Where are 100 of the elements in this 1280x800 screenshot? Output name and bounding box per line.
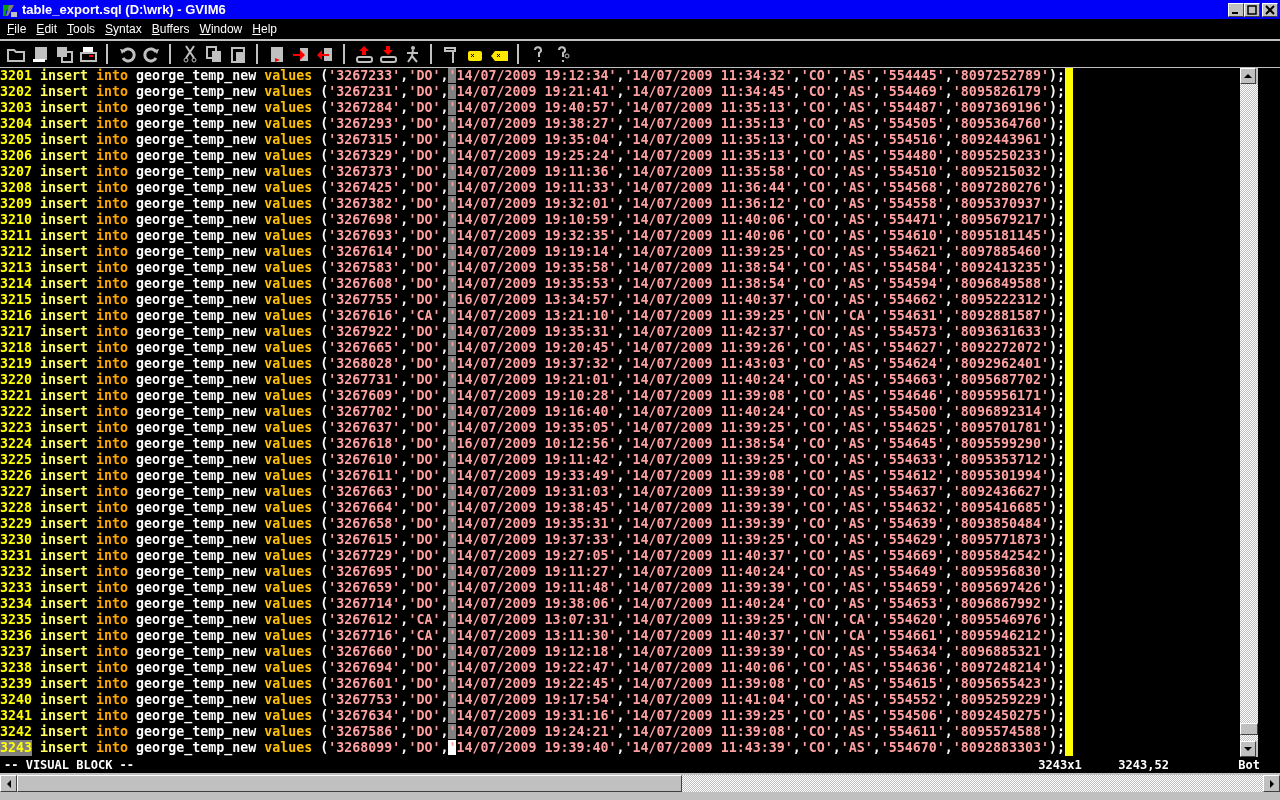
code-line: insert into george_temp_new values ('3268028','DO','14/07/2009 19:37:32','14/07/2009 11:43:03','CO','AS','554624','8092962401');	[40, 356, 1065, 372]
code-line: insert into george_temp_new values ('3267614','DO','14/07/2009 19:19:14','14/07/2009 11:39:25','CO','AS','554621','8097885460');	[40, 244, 1065, 260]
code-line: insert into george_temp_new values ('3267601','DO','14/07/2009 19:22:45','14/07/2009 11:39:08','CO','AS','554615','8095655423');	[40, 676, 1065, 692]
line-number: 3219	[0, 356, 32, 372]
code-line: insert into george_temp_new values ('3267714','DO','14/07/2009 19:38:06','14/07/2009 11:40:24','CO','AS','554653','8096867992');	[40, 596, 1065, 612]
code-line: insert into george_temp_new values ('3267233','DO','14/07/2009 19:12:34','14/07/2009 11:34:32','CO','AS','554445','8097252789');	[40, 68, 1065, 84]
code-line: insert into george_temp_new values ('3267634','DO','14/07/2009 19:31:16','14/07/2009 11:39:25','CO','AS','554506','8092450275');	[40, 708, 1065, 724]
code-line: insert into george_temp_new values ('3267698','DO','14/07/2009 19:10:59','14/07/2009 11:40:06','CO','AS','554471','8095679217');	[40, 212, 1065, 228]
line-number: 3202	[0, 84, 32, 100]
line-number: 3214	[0, 276, 32, 292]
line-number: 3213	[0, 260, 32, 276]
code-line: insert into george_temp_new values ('3267609','DO','14/07/2009 19:10:28','14/07/2009 11:39:08','CO','AS','554646','8095956171');	[40, 388, 1065, 404]
menu-item[interactable]: Syntax	[100, 22, 147, 36]
down-arrow-icon[interactable]	[1244, 745, 1252, 753]
vertical-scrollbar[interactable]	[1240, 68, 1258, 757]
line-number: 3203	[0, 100, 32, 116]
code-line: insert into george_temp_new values ('3267637','DO','14/07/2009 19:35:05','14/07/2009 11:39:25','CO','AS','554625','8095701781');	[40, 420, 1065, 436]
menu-item[interactable]: Buffers	[146, 22, 195, 36]
line-number: 3211	[0, 228, 32, 244]
up-arrow-icon[interactable]	[1244, 72, 1252, 80]
code-line: insert into george_temp_new values ('3267731','DO','14/07/2009 19:21:01','14/07/2009 11:40:24','CO','AS','554663','8095687702');	[40, 372, 1065, 388]
line-number: 3225	[0, 452, 32, 468]
scroll-position: Bot	[1238, 758, 1260, 772]
line-number: 3212	[0, 244, 32, 260]
menu-item[interactable]: Edit	[31, 22, 63, 36]
maximize-button[interactable]	[1244, 2, 1260, 17]
line-number: 3239	[0, 676, 32, 692]
scroll-thumb[interactable]	[1240, 723, 1258, 735]
line-number: 3223	[0, 420, 32, 436]
line-number: 3232	[0, 564, 32, 580]
code-line: insert into george_temp_new values ('3267618','DO','16/07/2009 10:12:56','14/07/2009 11:38:54','CO','AS','554645','8095599290');	[40, 436, 1065, 452]
line-number: 3233	[0, 580, 32, 596]
scroll-thumb[interactable]	[17, 775, 682, 792]
line-number: 3240	[0, 692, 32, 708]
line-number: 3237	[0, 644, 32, 660]
mode-indicator: -- VISUAL BLOCK --	[4, 758, 136, 772]
code-line: insert into george_temp_new values ('3267612','CA','14/07/2009 13:07:31','14/07/2009 11:39:25','CN','CA','554620','8095546976');	[40, 612, 1065, 628]
code-line: insert into george_temp_new values ('3267329','DO','14/07/2009 19:25:24','14/07/2009 11:35:13','CO','AS','554480','8095250233');	[40, 148, 1065, 164]
menu-item[interactable]: Tools	[62, 22, 101, 36]
line-number: 3208	[0, 180, 32, 196]
menu-item[interactable]: Window	[194, 22, 248, 36]
code-line: insert into george_temp_new values ('3267586','DO','14/07/2009 19:24:21','14/07/2009 11:39:08','CO','AS','554611','8095574588');	[40, 724, 1065, 740]
code-line: insert into george_temp_new values ('3267694','DO','14/07/2009 19:22:47','14/07/2009 11:40:06','CO','AS','554636','8097248214');	[40, 660, 1065, 676]
code-line: insert into george_temp_new values ('3267231','DO','14/07/2009 19:21:41','14/07/2009 11:34:45','CO','AS','554469','8095826179');	[40, 84, 1065, 100]
line-number: 3229	[0, 516, 32, 532]
code-line: insert into george_temp_new values ('3267615','DO','14/07/2009 19:37:33','14/07/2009 11:39:25','CO','AS','554629','8095771873');	[40, 532, 1065, 548]
right-arrow-icon[interactable]	[1267, 779, 1276, 788]
code-line: insert into george_temp_new values ('3267293','DO','14/07/2009 19:38:27','14/07/2009 11:35:13','CO','AS','554505','8095364760');	[40, 116, 1065, 132]
code-line: insert into george_temp_new values ('3267664','DO','14/07/2009 19:38:45','14/07/2009 11:39:39','CO','AS','554632','8095416685');	[40, 500, 1065, 516]
line-number: 3235	[0, 612, 32, 628]
code-line: insert into george_temp_new values ('3267611','DO','14/07/2009 19:33:49','14/07/2009 11:39:08','CO','AS','554612','8095301994');	[40, 468, 1065, 484]
line-number: 3243	[0, 740, 32, 756]
code-line: insert into george_temp_new values ('3267755','DO','16/07/2009 13:34:57','14/07/2009 11:40:37','CO','AS','554662','8095222312');	[40, 292, 1065, 308]
menu-item[interactable]: File	[2, 22, 32, 36]
close-button[interactable]	[1262, 2, 1278, 17]
line-number: 3227	[0, 484, 32, 500]
code-line: insert into george_temp_new values ('3267663','DO','14/07/2009 19:31:03','14/07/2009 11:39:39','CO','AS','554637','8092436627');	[40, 484, 1065, 500]
line-number: 3242	[0, 724, 32, 740]
code-line: insert into george_temp_new values ('3267373','DO','14/07/2009 19:11:36','14/07/2009 11:35:58','CO','AS','554510','8095215032');	[40, 164, 1065, 180]
line-number: 3210	[0, 212, 32, 228]
line-number: 3222	[0, 404, 32, 420]
line-number: 3241	[0, 708, 32, 724]
code-line: insert into george_temp_new values ('3267695','DO','14/07/2009 19:11:27','14/07/2009 11:40:24','CO','AS','554649','8095956830');	[40, 564, 1065, 580]
line-number: 3228	[0, 500, 32, 516]
line-number: 3230	[0, 532, 32, 548]
line-number: 3215	[0, 292, 32, 308]
line-number: 3207	[0, 164, 32, 180]
line-number: 3221	[0, 388, 32, 404]
line-number: 3238	[0, 660, 32, 676]
minimize-button[interactable]	[1228, 2, 1244, 17]
menu-item[interactable]: Help	[247, 22, 282, 36]
minimize-icon	[1232, 11, 1238, 14]
horizontal-scrollbar[interactable]	[0, 775, 1280, 792]
code-line: insert into george_temp_new values ('3267922','DO','14/07/2009 19:35:31','14/07/2009 11:42:37','CO','AS','554573','8093631633');	[40, 324, 1065, 340]
code-line: insert into george_temp_new values ('3267284','DO','14/07/2009 19:40:57','14/07/2009 11:35:13','CO','AS','554487','8097369196');	[40, 100, 1065, 116]
code-line: insert into george_temp_new values ('3268099','DO','14/07/2009 19:39:40','14/07/2009 11:43:39','CO','AS','554670','8092883303');	[40, 740, 1065, 756]
close-icon	[1265, 4, 1275, 15]
code-line: insert into george_temp_new values ('3267425','DO','14/07/2009 19:11:33','14/07/2009 11:36:44','CO','AS','554568','8097280276');	[40, 180, 1065, 196]
line-number: 3216	[0, 308, 32, 324]
code-line: insert into george_temp_new values ('3267729','DO','14/07/2009 19:27:05','14/07/2009 11:40:37','CO','AS','554669','8095842542');	[40, 548, 1065, 564]
code-line: insert into george_temp_new values ('3267616','CA','14/07/2009 13:21:10','14/07/2009 11:39:25','CN','CA','554631','8092881587');	[40, 308, 1065, 324]
line-number: 3205	[0, 132, 32, 148]
line-number: 3220	[0, 372, 32, 388]
code-line: insert into george_temp_new values ('3267608','DO','14/07/2009 19:35:53','14/07/2009 11:38:54','CO','AS','554594','8096849588');	[40, 276, 1065, 292]
code-line: insert into george_temp_new values ('3267702','DO','14/07/2009 19:16:40','14/07/2009 11:40:24','CO','AS','554500','8096892314');	[40, 404, 1065, 420]
line-number: 3231	[0, 548, 32, 564]
line-number: 3236	[0, 628, 32, 644]
line-number: 3218	[0, 340, 32, 356]
code-line: insert into george_temp_new values ('3267693','DO','14/07/2009 19:32:35','14/07/2009 11:40:06','CO','AS','554610','8095181145');	[40, 228, 1065, 244]
code-line: insert into george_temp_new values ('3267583','DO','14/07/2009 19:35:58','14/07/2009 11:38:54','CO','AS','554584','8092413235');	[40, 260, 1065, 276]
line-number: 3234	[0, 596, 32, 612]
line-number: 3224	[0, 436, 32, 452]
line-number: 3209	[0, 196, 32, 212]
code-line: insert into george_temp_new values ('3267659','DO','14/07/2009 19:11:48','14/07/2009 11:39:39','CO','AS','554659','8095697426');	[40, 580, 1065, 596]
line-number: 3201	[0, 68, 32, 84]
selection-size: 3243x1	[1038, 758, 1083, 772]
line-number: 3226	[0, 468, 32, 484]
code-line: insert into george_temp_new values ('3267753','DO','14/07/2009 19:17:54','14/07/2009 11:41:04','CO','AS','554552','8095259229');	[40, 692, 1065, 708]
code-line: insert into george_temp_new values ('3267716','CA','14/07/2009 13:11:30','14/07/2009 11:40:37','CN','CA','554661','8095946212');	[40, 628, 1065, 644]
code-line: insert into george_temp_new values ('3267382','DO','14/07/2009 19:32:01','14/07/2009 11:36:12','CO','AS','554558','8095370937');	[40, 196, 1065, 212]
